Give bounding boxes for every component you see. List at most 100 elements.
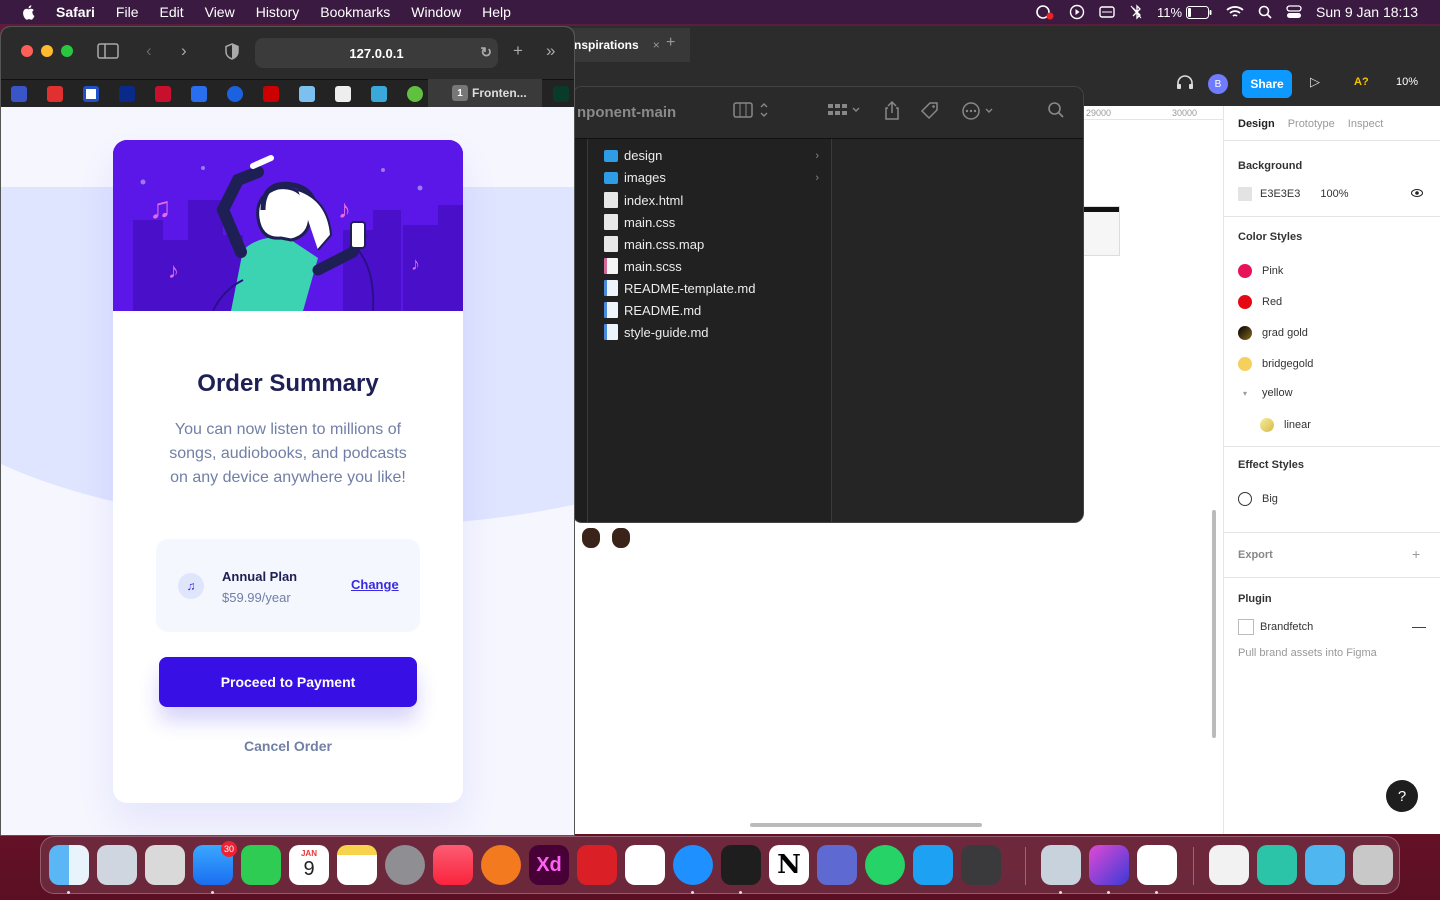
notes-app-icon[interactable] (337, 845, 377, 885)
safari-compass-icon[interactable] (673, 845, 713, 885)
menu-window[interactable]: Window (411, 4, 461, 20)
linear-app-icon[interactable] (817, 845, 857, 885)
tab-design[interactable]: Design (1238, 118, 1275, 130)
column-view-icon[interactable] (733, 101, 773, 124)
color-style-item[interactable]: bridgegold (1238, 357, 1313, 371)
group-icon[interactable] (827, 101, 863, 124)
sidebar-icon[interactable] (97, 43, 119, 64)
bookmark-icon[interactable] (227, 86, 243, 102)
list-item[interactable]: style-guide.md (604, 324, 819, 340)
menu-edit[interactable]: Edit (159, 4, 183, 20)
adobe-xd-app-icon[interactable]: Xd (529, 845, 569, 885)
finder-app-icon[interactable] (49, 845, 89, 885)
bookmark-icon[interactable] (155, 86, 171, 102)
files-app-icon[interactable] (1257, 845, 1297, 885)
control-center-icon[interactable] (1286, 5, 1302, 19)
calendar-app-icon[interactable]: JAN 9 (289, 845, 329, 885)
list-item[interactable]: index.html (604, 192, 819, 208)
vertical-scrollbar[interactable] (1212, 510, 1216, 738)
bookmark-icon[interactable] (119, 86, 135, 102)
design-frame[interactable] (1080, 206, 1120, 256)
menu-bookmarks[interactable]: Bookmarks (320, 4, 390, 20)
address-bar[interactable]: 127.0.0.1 ↻ (255, 38, 498, 68)
list-item[interactable]: images › (604, 170, 819, 185)
bookmark-icon[interactable] (83, 86, 99, 102)
notion-app-icon[interactable]: N (769, 845, 809, 885)
trash-icon[interactable] (1353, 845, 1393, 885)
tab-overflow-icon[interactable]: » (546, 41, 555, 61)
share-icon[interactable] (883, 100, 901, 126)
list-item[interactable]: README.md (604, 302, 819, 318)
tab-inspect[interactable]: Inspect (1348, 118, 1383, 130)
downloads-folder-icon[interactable] (1305, 845, 1345, 885)
bluetooth-off-icon[interactable] (1129, 4, 1143, 20)
vscode-app-icon[interactable] (1137, 845, 1177, 885)
forward-icon[interactable]: › (181, 41, 187, 61)
list-item[interactable]: main.scss (604, 258, 819, 274)
more-actions-icon[interactable] (961, 101, 997, 126)
minus-icon[interactable]: — (1412, 618, 1426, 634)
infuse-app-icon[interactable] (481, 845, 521, 885)
preview-app-icon[interactable] (1041, 845, 1081, 885)
background-opacity[interactable]: 100% (1320, 188, 1348, 200)
plus-icon[interactable]: + (1412, 546, 1420, 562)
cancel-order-button[interactable]: Cancel Order (113, 738, 463, 754)
bookmark-icon[interactable] (299, 86, 315, 102)
search-icon[interactable] (1047, 101, 1065, 124)
present-play-icon[interactable]: ▷ (1310, 74, 1320, 90)
html-file-icon[interactable] (1209, 845, 1249, 885)
avatar[interactable]: B (1208, 74, 1228, 94)
twitter-app-icon[interactable] (913, 845, 953, 885)
new-tab-icon[interactable]: + (513, 41, 523, 61)
bookmark-icon[interactable] (191, 86, 207, 102)
list-item[interactable]: main.css (604, 214, 819, 230)
color-style-item[interactable]: linear (1260, 418, 1311, 432)
bookmark-icon[interactable] (11, 86, 27, 102)
card-icon[interactable] (1099, 5, 1115, 19)
battery-icon[interactable] (1186, 5, 1212, 19)
proceed-to-payment-button[interactable]: Proceed to Payment (159, 657, 417, 707)
minimize-window-button[interactable] (41, 45, 53, 57)
plus-icon[interactable]: + (666, 34, 675, 52)
menu-history[interactable]: History (256, 4, 300, 20)
list-item[interactable]: design › (604, 148, 819, 163)
color-style-item[interactable]: Pink (1238, 264, 1283, 278)
color-style-item[interactable]: grad gold (1238, 326, 1308, 340)
play-circle-icon[interactable] (1069, 4, 1085, 20)
browser-tab[interactable]: 1 Fronten... (428, 79, 542, 107)
tab-prototype[interactable]: Prototype (1288, 118, 1335, 130)
close-icon[interactable]: × (653, 38, 660, 52)
effect-style-item[interactable]: Big (1238, 492, 1278, 506)
slack-app-icon[interactable] (625, 845, 665, 885)
menu-safari[interactable]: Safari (56, 4, 95, 20)
color-swatch[interactable] (1238, 187, 1252, 201)
figma-app-icon[interactable] (721, 845, 761, 885)
menu-file[interactable]: File (116, 4, 139, 20)
creative-cloud-app-icon[interactable] (577, 845, 617, 885)
list-item[interactable]: main.css.map (604, 236, 819, 252)
eye-icon[interactable] (1410, 188, 1423, 201)
shield-icon[interactable] (225, 43, 239, 65)
color-style-item[interactable]: Red (1238, 295, 1282, 309)
datetime[interactable]: Sun 9 Jan 18:13 (1316, 4, 1418, 20)
zoom-window-button[interactable] (61, 45, 73, 57)
launchpad-app-icon[interactable] (97, 845, 137, 885)
bookmark-icon[interactable] (553, 86, 569, 102)
horizontal-scrollbar[interactable] (750, 823, 982, 827)
close-window-button[interactable] (21, 45, 33, 57)
help-button[interactable]: ? (1386, 780, 1418, 812)
bookmark-icon[interactable] (263, 86, 279, 102)
bookmark-icon[interactable] (407, 86, 423, 102)
menu-help[interactable]: Help (482, 4, 511, 20)
background-row[interactable]: E3E3E3 100% (1238, 187, 1423, 201)
menu-view[interactable]: View (205, 4, 235, 20)
system-preferences-gear-icon[interactable] (385, 845, 425, 885)
bookmark-icon[interactable] (371, 86, 387, 102)
plugin-item[interactable]: Brandfetch (1238, 619, 1313, 635)
whatsapp-app-icon[interactable] (865, 845, 905, 885)
facetime-app-icon[interactable] (241, 845, 281, 885)
bookmark-icon[interactable] (335, 86, 351, 102)
a11y-check[interactable]: A? (1354, 76, 1369, 88)
headphones-icon[interactable] (1176, 74, 1194, 95)
apple-icon[interactable] (20, 3, 38, 21)
